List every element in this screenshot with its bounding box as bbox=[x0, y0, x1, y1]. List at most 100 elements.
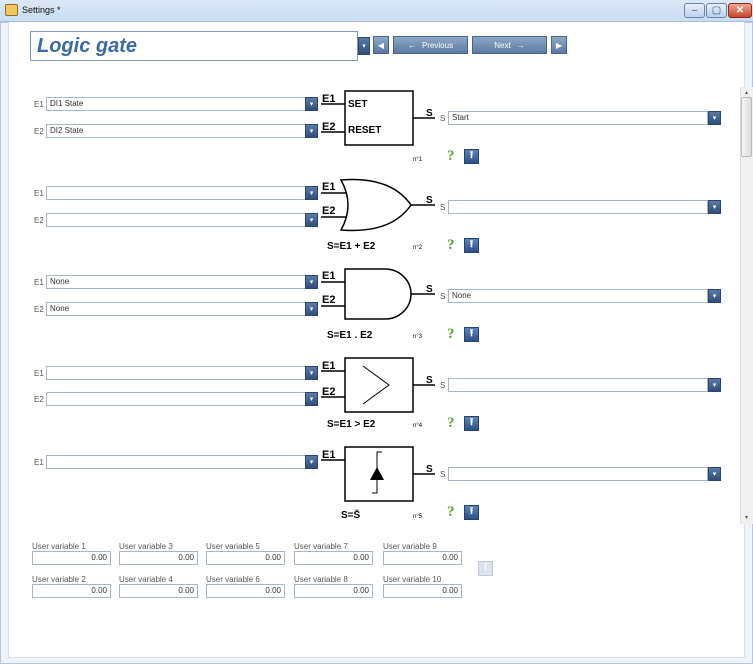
chevron-down-icon: ▾ bbox=[712, 204, 717, 211]
gate1-e1-dropdown[interactable]: ▾ bbox=[305, 97, 318, 111]
gate3-number: n°3 bbox=[413, 334, 423, 340]
user-variable-3-label: User variable 3 bbox=[119, 542, 173, 551]
gate2-e2-select[interactable] bbox=[46, 213, 306, 227]
gate2-upload-button[interactable]: ⭱ bbox=[464, 238, 479, 253]
chevron-down-icon: ▾ bbox=[309, 279, 314, 286]
gate4-e1-dropdown[interactable]: ▾ bbox=[305, 366, 318, 380]
gate3-upload-button[interactable]: ⭱ bbox=[464, 327, 479, 342]
chevron-down-icon: ▾ bbox=[309, 128, 314, 135]
gate3-output-label: S bbox=[440, 292, 446, 301]
gate2-pin-e2: E2 bbox=[322, 205, 335, 217]
gate3-output-select[interactable]: None bbox=[448, 289, 708, 303]
user-variable-6-label: User variable 6 bbox=[206, 575, 260, 584]
user-variable-2-input[interactable]: 0.00 bbox=[32, 584, 111, 598]
gate2-pin-e1: E1 bbox=[322, 181, 335, 193]
gate2-e2-dropdown[interactable]: ▾ bbox=[305, 213, 318, 227]
chevron-down-icon: ▾ bbox=[309, 190, 314, 197]
gate3-help-icon[interactable]: ? bbox=[447, 326, 455, 343]
gate4-upload-button[interactable]: ⭱ bbox=[464, 416, 479, 431]
user-variable-6-input[interactable]: 0.00 bbox=[206, 584, 285, 598]
user-variable-8-input[interactable]: 0.00 bbox=[294, 584, 373, 598]
gate5-output-select[interactable] bbox=[448, 467, 708, 481]
close-icon: ✕ bbox=[735, 5, 745, 16]
gate2-output-select[interactable] bbox=[448, 200, 708, 214]
gate2-e1-select[interactable] bbox=[46, 186, 306, 200]
gate3-e1-select[interactable]: None bbox=[46, 275, 306, 289]
gate4-pin-e2: E2 bbox=[322, 386, 335, 398]
gate1-output-dropdown[interactable]: ▾ bbox=[708, 111, 721, 125]
gate4-e2-dropdown[interactable]: ▾ bbox=[305, 392, 318, 406]
gate3-output-dropdown[interactable]: ▾ bbox=[708, 289, 721, 303]
gate5-output-dropdown[interactable]: ▾ bbox=[708, 467, 721, 481]
user-variable-4-label: User variable 4 bbox=[119, 575, 173, 584]
user-variable-1-label: User variable 1 bbox=[32, 542, 86, 551]
upload-icon: ⭱ bbox=[469, 328, 474, 339]
next-button[interactable]: Next → bbox=[472, 36, 547, 54]
gate2-e1-dropdown[interactable]: ▾ bbox=[305, 186, 318, 200]
page-selector[interactable]: Logic gate bbox=[30, 31, 358, 61]
close-button[interactable]: ✕ bbox=[728, 3, 752, 18]
user-variable-8-label: User variable 8 bbox=[294, 575, 348, 584]
last-page-icon: ▶ bbox=[555, 40, 563, 50]
previous-button[interactable]: ← Previous bbox=[393, 36, 468, 54]
page-dropdown-arrow[interactable]: ▾ bbox=[358, 37, 370, 55]
gate1-output-select[interactable]: Start bbox=[448, 111, 708, 125]
gate4-output-label: S bbox=[440, 381, 446, 390]
gate3-pin-e1: E1 bbox=[322, 270, 335, 282]
gate1-e2-select[interactable]: DI2 State bbox=[46, 124, 306, 138]
gate4-e1-select[interactable] bbox=[46, 366, 306, 380]
gate4-output-dropdown[interactable]: ▾ bbox=[708, 378, 721, 392]
user-variable-10-input[interactable]: 0.00 bbox=[383, 584, 462, 598]
maximize-button[interactable]: ▢ bbox=[706, 3, 727, 18]
chevron-down-icon: ▾ bbox=[309, 217, 314, 224]
user-variable-3-input[interactable]: 0.00 bbox=[119, 551, 198, 565]
gate1-e1-label: E1 bbox=[34, 100, 44, 109]
user-variable-9-input[interactable]: 0.00 bbox=[383, 551, 462, 565]
gate5-e1-select[interactable] bbox=[46, 455, 306, 469]
gate3-e1-dropdown[interactable]: ▾ bbox=[305, 275, 318, 289]
gate4-help-icon[interactable]: ? bbox=[447, 415, 455, 432]
user-variables-upload-button[interactable]: ⭱ bbox=[478, 561, 493, 576]
user-variable-4-input[interactable]: 0.00 bbox=[119, 584, 198, 598]
gate1-help-icon[interactable]: ? bbox=[447, 148, 455, 165]
upload-icon: ⭱ bbox=[483, 562, 488, 573]
gate3-pin-e2: E2 bbox=[322, 294, 335, 306]
user-variable-5-input[interactable]: 0.00 bbox=[206, 551, 285, 565]
gate5-formula: S=S̄ bbox=[341, 509, 361, 521]
gate2-help-icon[interactable]: ? bbox=[447, 237, 455, 254]
previous-label: Previous bbox=[421, 40, 454, 50]
gate1-upload-button[interactable]: ⭱ bbox=[464, 149, 479, 164]
chevron-down-icon: ▾ bbox=[744, 514, 748, 521]
gate4-pin-e1: E1 bbox=[322, 360, 335, 372]
gate2-output-dropdown[interactable]: ▾ bbox=[708, 200, 721, 214]
app-icon bbox=[5, 4, 18, 16]
gate5-upload-button[interactable]: ⭱ bbox=[464, 505, 479, 520]
gate5-e1-dropdown[interactable]: ▾ bbox=[305, 455, 318, 469]
gate5-number: n°5 bbox=[413, 514, 423, 520]
first-page-button[interactable]: ◀ bbox=[373, 36, 389, 54]
upload-icon: ⭱ bbox=[469, 506, 474, 517]
last-page-button[interactable]: ▶ bbox=[551, 36, 567, 54]
chevron-up-icon: ▴ bbox=[744, 89, 748, 96]
scroll-thumb[interactable] bbox=[741, 97, 752, 157]
gate1-pin-e1: E1 bbox=[322, 93, 335, 105]
gate5-help-icon[interactable]: ? bbox=[447, 504, 455, 521]
scroll-up-button[interactable]: ▴ bbox=[741, 87, 752, 97]
gate4-output-select[interactable] bbox=[448, 378, 708, 392]
gate2-formula: S=E1 + E2 bbox=[327, 241, 376, 252]
gate4-e2-select[interactable] bbox=[46, 392, 306, 406]
user-variable-2-label: User variable 2 bbox=[32, 575, 86, 584]
minimize-button[interactable]: – bbox=[684, 3, 705, 18]
user-variable-1-input[interactable]: 0.00 bbox=[32, 551, 111, 565]
gate1-e2-dropdown[interactable]: ▾ bbox=[305, 124, 318, 138]
gate2-e2-label: E2 bbox=[34, 216, 44, 225]
gate3-e2-select[interactable]: None bbox=[46, 302, 306, 316]
chevron-down-icon: ▾ bbox=[309, 396, 314, 403]
gate1-e1-select[interactable]: DI1 State bbox=[46, 97, 306, 111]
gate5-e1-label: E1 bbox=[34, 458, 44, 467]
next-label: Next bbox=[494, 40, 511, 50]
chevron-down-icon: ▾ bbox=[309, 370, 314, 377]
gate3-e2-dropdown[interactable]: ▾ bbox=[305, 302, 318, 316]
scroll-down-button[interactable]: ▾ bbox=[741, 512, 752, 522]
user-variable-7-input[interactable]: 0.00 bbox=[294, 551, 373, 565]
